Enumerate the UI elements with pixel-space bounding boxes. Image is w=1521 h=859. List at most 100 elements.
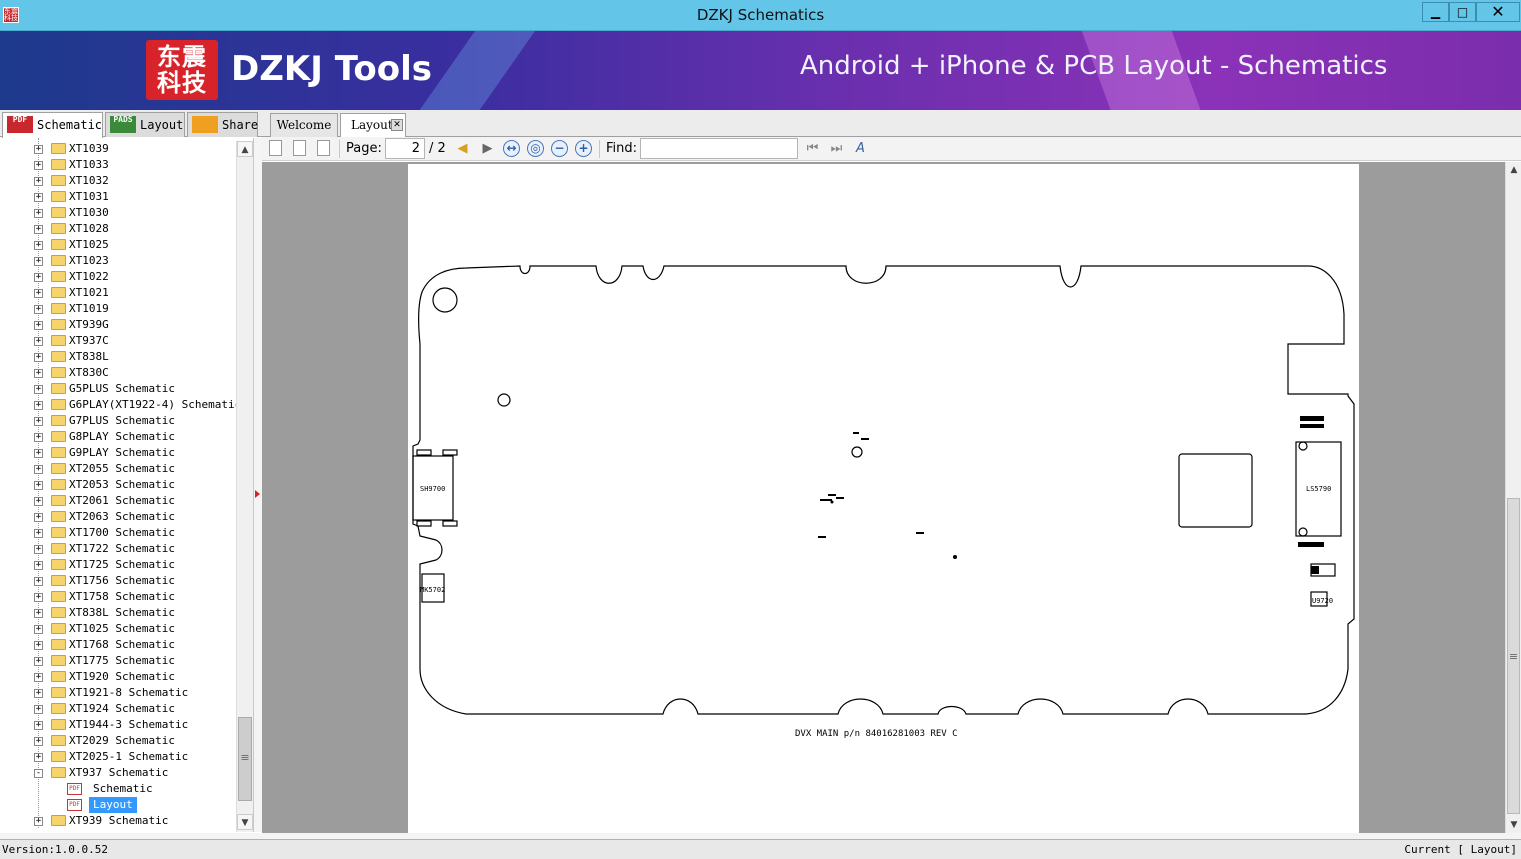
layout-page[interactable]: SH9700 LS5790 MK5702 U9720 DVX MAIN p/n …	[408, 164, 1359, 833]
tree-file-item[interactable]: PDF Layout	[0, 797, 236, 813]
close-tab-icon[interactable]: ✕	[391, 119, 403, 131]
tree-folder-item[interactable]: + XT1920 Schematic	[0, 669, 236, 685]
fit-width-icon[interactable]: ↔	[503, 140, 520, 157]
expand-icon[interactable]: +	[34, 241, 43, 250]
tree-folder-item[interactable]: + XT1025	[0, 237, 236, 253]
expand-icon[interactable]: +	[34, 289, 43, 298]
expand-icon[interactable]: +	[34, 385, 43, 394]
expand-icon[interactable]: +	[34, 577, 43, 586]
expand-icon[interactable]: +	[34, 273, 43, 282]
collapse-icon[interactable]: -	[34, 769, 43, 778]
file-tree[interactable]: + XT1039 + XT1033 + XT1032 + XT1031 + XT1030 + XT10…	[0, 138, 254, 832]
tree-folder-item[interactable]: + XT937C	[0, 333, 236, 349]
scroll-thumb[interactable]: ≡	[238, 717, 252, 801]
panel-splitter[interactable]	[254, 138, 262, 832]
tree-folder-item[interactable]: + XT1921-8 Schematic	[0, 685, 236, 701]
copy-icon[interactable]	[269, 140, 282, 156]
tree-scrollbar[interactable]: ▲ ≡ ▼	[236, 141, 253, 832]
next-page-icon[interactable]: ▶	[479, 140, 496, 157]
tree-folder-item[interactable]: + G8PLAY Schematic	[0, 429, 236, 445]
expand-icon[interactable]: +	[34, 609, 43, 618]
scroll-up-icon[interactable]: ▲	[237, 141, 253, 157]
tree-folder-item[interactable]: + XT1039	[0, 141, 236, 157]
tree-folder-item[interactable]: + XT1021	[0, 285, 236, 301]
tree-folder-item[interactable]: + XT1768 Schematic	[0, 637, 236, 653]
expand-icon[interactable]: +	[34, 513, 43, 522]
expand-icon[interactable]: +	[34, 545, 43, 554]
tree-folder-item[interactable]: + XT2053 Schematic	[0, 477, 236, 493]
page-number-input[interactable]	[385, 138, 425, 159]
viewer-scrollbar[interactable]: ▲ ≡ ▼	[1505, 162, 1521, 833]
expand-icon[interactable]: +	[34, 225, 43, 234]
tree-folder-item[interactable]: + XT1031	[0, 189, 236, 205]
tree-folder-item[interactable]: + XT1019	[0, 301, 236, 317]
expand-icon[interactable]: +	[34, 353, 43, 362]
document-viewer[interactable]: SH9700 LS5790 MK5702 U9720 DVX MAIN p/n …	[262, 162, 1505, 833]
expand-icon[interactable]: +	[34, 449, 43, 458]
expand-icon[interactable]: +	[34, 305, 43, 314]
expand-icon[interactable]: +	[34, 193, 43, 202]
expand-icon[interactable]: +	[34, 593, 43, 602]
expand-icon[interactable]: +	[34, 257, 43, 266]
zoom-in-icon[interactable]: +	[575, 140, 592, 157]
scroll-up-icon[interactable]: ▲	[1506, 162, 1521, 178]
tree-folder-item[interactable]: + XT939G	[0, 317, 236, 333]
tree-folder-item[interactable]: + XT1025 Schematic	[0, 621, 236, 637]
expand-icon[interactable]: +	[34, 817, 43, 826]
fit-page-icon[interactable]: ◎	[527, 140, 544, 157]
collapse-arrow-icon[interactable]	[255, 490, 260, 498]
tree-folder-item[interactable]: + G9PLAY Schematic	[0, 445, 236, 461]
tree-folder-item[interactable]: + XT2025-1 Schematic	[0, 749, 236, 765]
expand-icon[interactable]: +	[34, 433, 43, 442]
expand-icon[interactable]: +	[34, 417, 43, 426]
tree-folder-item[interactable]: - XT937 Schematic	[0, 765, 236, 781]
find-previous-icon[interactable]: ⏮	[804, 140, 821, 157]
expand-icon[interactable]: +	[34, 705, 43, 714]
tree-folder-item[interactable]: + XT830C	[0, 365, 236, 381]
tree-folder-item[interactable]: + XT1030	[0, 205, 236, 221]
scroll-down-icon[interactable]: ▼	[1506, 817, 1521, 833]
expand-icon[interactable]: +	[34, 209, 43, 218]
copy-page-icon[interactable]	[293, 140, 306, 156]
tree-folder-item[interactable]: + XT1032	[0, 173, 236, 189]
previous-page-icon[interactable]: ◀	[454, 140, 471, 157]
expand-icon[interactable]: +	[34, 657, 43, 666]
tree-folder-item[interactable]: + XT1756 Schematic	[0, 573, 236, 589]
tree-folder-item[interactable]: + XT838L Schematic	[0, 605, 236, 621]
tab-share[interactable]: Share	[187, 112, 258, 137]
expand-icon[interactable]: +	[34, 481, 43, 490]
tab-schematic[interactable]: PDF Schematic	[2, 112, 103, 138]
expand-icon[interactable]: +	[34, 177, 43, 186]
expand-icon[interactable]: +	[34, 145, 43, 154]
doc-tab-layout[interactable]: Layout ✕	[340, 113, 406, 138]
expand-icon[interactable]: +	[34, 369, 43, 378]
expand-icon[interactable]: +	[34, 561, 43, 570]
tree-folder-item[interactable]: + XT939 Schematic	[0, 813, 236, 829]
close-button[interactable]: ✕	[1476, 2, 1520, 22]
tree-folder-item[interactable]: + G6PLAY(XT1922-4) Schematic	[0, 397, 241, 413]
find-input[interactable]	[640, 138, 798, 159]
find-next-icon[interactable]: ⏭	[828, 140, 845, 157]
expand-icon[interactable]: +	[34, 737, 43, 746]
tree-folder-item[interactable]: + XT1028	[0, 221, 236, 237]
minimize-button[interactable]: ▁	[1422, 2, 1449, 22]
doc-tab-welcome[interactable]: Welcome	[270, 113, 338, 137]
expand-icon[interactable]: +	[34, 497, 43, 506]
tree-folder-item[interactable]: + XT2063 Schematic	[0, 509, 236, 525]
expand-icon[interactable]: +	[34, 641, 43, 650]
tree-folder-item[interactable]: + XT1944-3 Schematic	[0, 717, 236, 733]
paste-icon[interactable]	[317, 140, 330, 156]
highlight-icon[interactable]: A	[852, 140, 869, 157]
expand-icon[interactable]: +	[34, 161, 43, 170]
expand-icon[interactable]: +	[34, 401, 43, 410]
tree-folder-item[interactable]: + XT1775 Schematic	[0, 653, 236, 669]
expand-icon[interactable]: +	[34, 625, 43, 634]
expand-icon[interactable]: +	[34, 753, 43, 762]
tree-folder-item[interactable]: + XT1758 Schematic	[0, 589, 236, 605]
expand-icon[interactable]: +	[34, 337, 43, 346]
tree-file-item[interactable]: PDF Schematic	[0, 781, 236, 797]
tree-folder-item[interactable]: + XT838L	[0, 349, 236, 365]
tree-folder-item[interactable]: + XT2055 Schematic	[0, 461, 236, 477]
expand-icon[interactable]: +	[34, 465, 43, 474]
tree-folder-item[interactable]: + XT1022	[0, 269, 236, 285]
